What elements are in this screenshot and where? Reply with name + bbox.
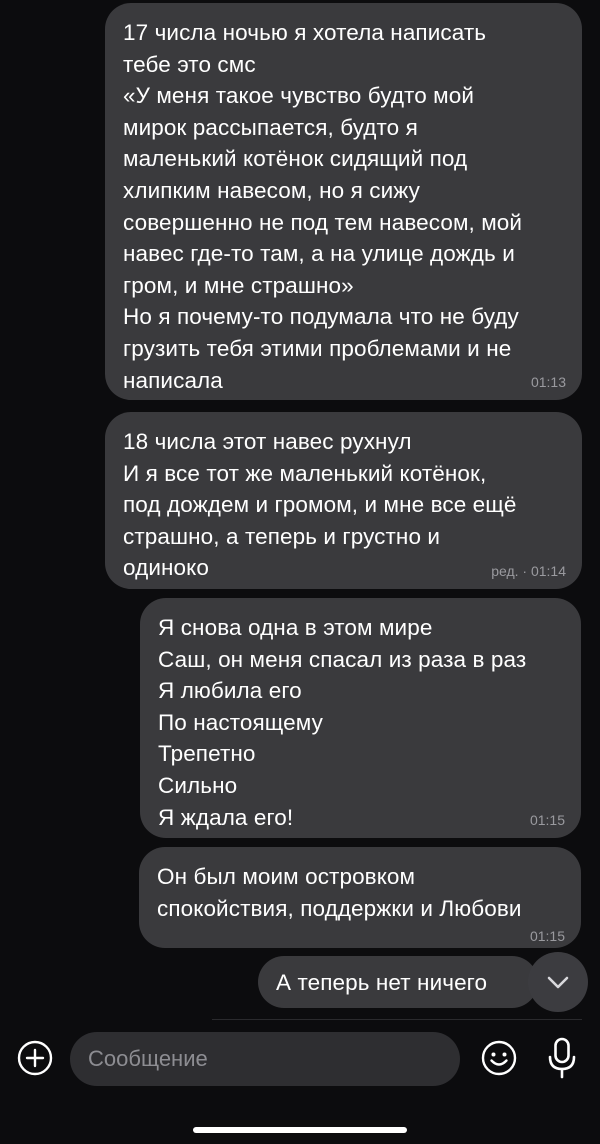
message-bubble[interactable]: Я снова одна в этом мире Саш, он меня сп… (140, 598, 581, 838)
message-time: 01:13 (530, 374, 566, 390)
add-attachment-button[interactable] (16, 1039, 54, 1077)
message-text: 18 числа этот навес рухнул И я все тот ж… (123, 429, 517, 581)
message-time: ред. · 01:14 (491, 563, 566, 579)
home-indicator[interactable] (193, 1127, 407, 1133)
message-time: 01:15 (529, 812, 565, 828)
plus-circle-icon (17, 1040, 53, 1076)
microphone-button[interactable] (546, 1036, 578, 1080)
message-bubble[interactable]: 18 числа этот навес рухнул И я все тот ж… (105, 412, 582, 589)
message-bubble[interactable]: 17 числа ночью я хотела написать тебе эт… (105, 3, 582, 400)
message-text: Я снова одна в этом мире Саш, он меня сп… (158, 615, 527, 830)
emoji-button[interactable] (480, 1039, 518, 1077)
scroll-down-button[interactable] (528, 952, 588, 1012)
microphone-icon (548, 1037, 576, 1079)
message-text: Он был моим островком спокойствия, подде… (157, 864, 522, 921)
message-time: 01:15 (529, 928, 565, 944)
smiley-icon (481, 1040, 517, 1076)
chat-screen: 17 числа ночью я хотела написать тебе эт… (0, 0, 600, 1144)
composer-bar (0, 1030, 600, 1088)
message-bubble[interactable]: Он был моим островком спокойствия, подде… (139, 847, 581, 948)
message-text: 17 числа ночью я хотела написать тебе эт… (123, 20, 523, 393)
message-input[interactable] (70, 1032, 460, 1086)
chevron-down-icon (547, 976, 569, 989)
divider (212, 1019, 582, 1020)
message-bubble[interactable]: А теперь нет ничего (258, 956, 538, 1008)
message-text: А теперь нет ничего (276, 970, 488, 995)
